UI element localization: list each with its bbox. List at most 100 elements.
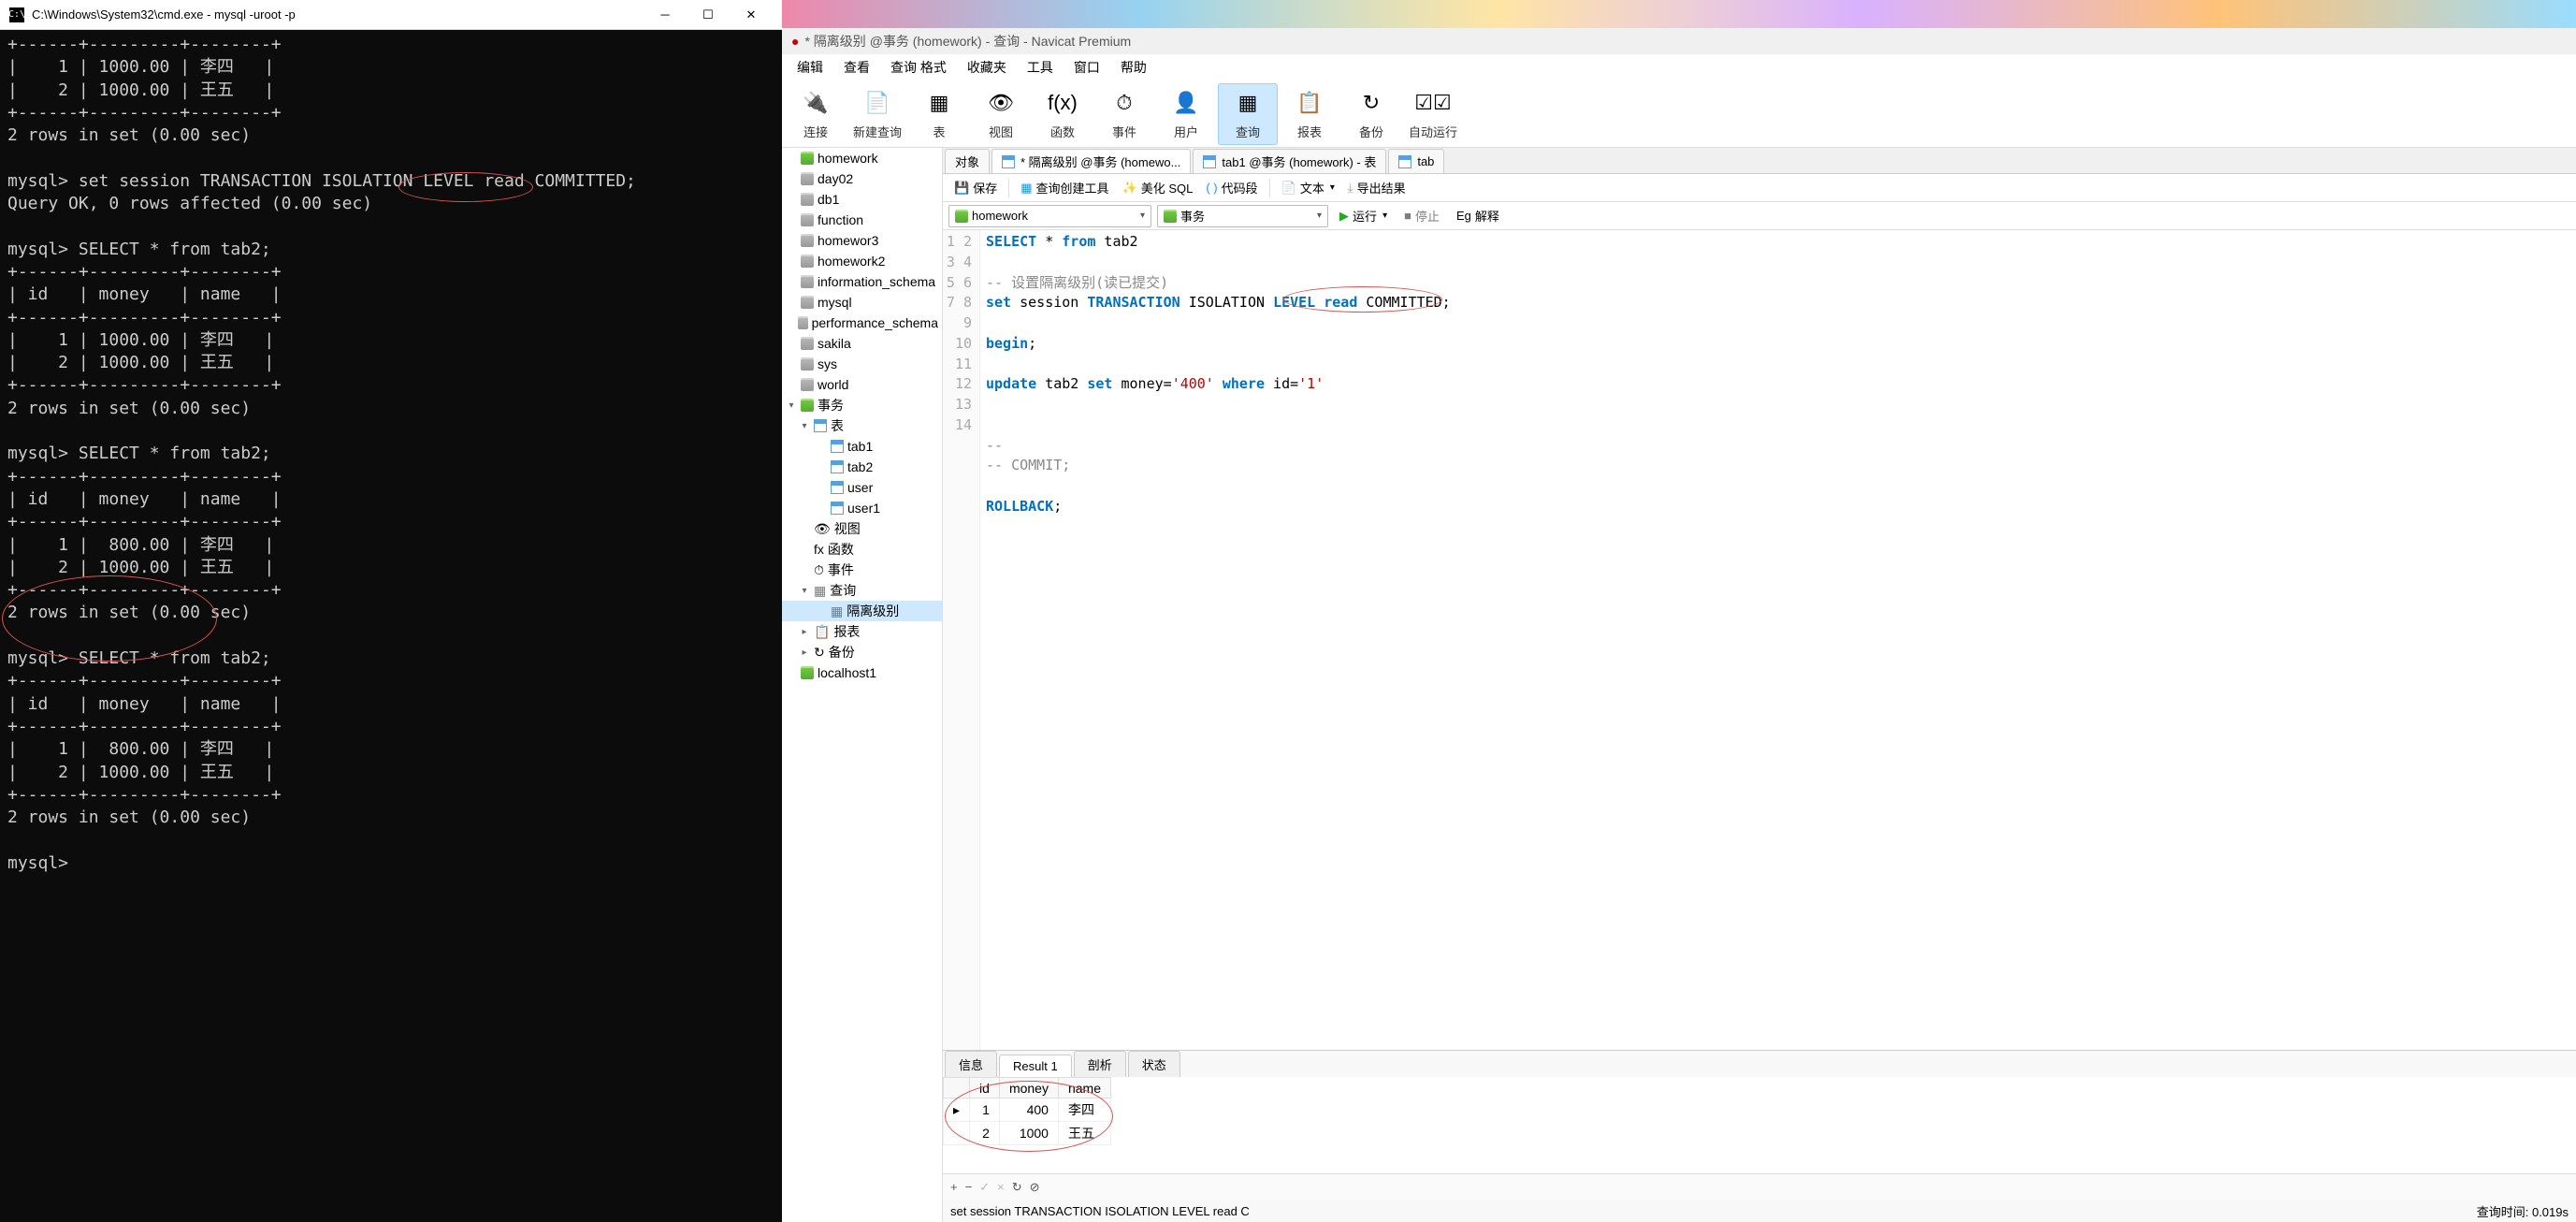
menu-item-6[interactable]: 帮助 [1111, 54, 1156, 80]
result-tab-剖析[interactable]: 剖析 [1074, 1051, 1126, 1077]
tree-item-查询[interactable]: ▾▦查询 [782, 580, 942, 601]
nav-tab-1[interactable]: * 隔离级别 @事务 (homewo... [991, 149, 1191, 173]
tree-item-sys[interactable]: sys [782, 354, 942, 374]
menu-item-3[interactable]: 收藏夹 [958, 54, 1016, 80]
menu-item-0[interactable]: 编辑 [788, 54, 832, 80]
result-tab-状态[interactable]: 状态 [1128, 1051, 1180, 1077]
text-icon: 📄 [1281, 181, 1296, 196]
tree-item-备份[interactable]: ▸↻备份 [782, 642, 942, 662]
table-icon [831, 440, 844, 453]
result-tool-4[interactable]: ↻ [1012, 1180, 1022, 1195]
toolbar-用户[interactable]: 👤用户 [1156, 83, 1216, 145]
toolbar-label: 用户 [1174, 123, 1198, 140]
sql-line-10 [986, 415, 2570, 436]
menu-item-2[interactable]: 查询 格式 [881, 54, 956, 80]
result-grid[interactable]: idmoneyname▸1400李四21000王五 [943, 1077, 2576, 1173]
menu-item-5[interactable]: 窗口 [1064, 54, 1109, 80]
tree-item-homewor3[interactable]: homewor3 [782, 230, 942, 251]
toolbar-连接[interactable]: 🔌连接 [786, 83, 846, 145]
tree-item-视图[interactable]: 👁视图 [782, 518, 942, 539]
tree-item-homework[interactable]: homework [782, 148, 942, 168]
cmd-output[interactable]: +------+---------+--------+ | 1 | 1000.0… [0, 30, 782, 1222]
result-tab-Result 1[interactable]: Result 1 [999, 1055, 1072, 1077]
tree-item-homework2[interactable]: homework2 [782, 251, 942, 271]
result-tool-0[interactable]: + [950, 1180, 958, 1194]
maximize-button[interactable]: ☐ [687, 1, 730, 29]
toolbar-函数[interactable]: f(x)函数 [1033, 83, 1093, 145]
tree-item-函数[interactable]: fx函数 [782, 539, 942, 560]
brackets-icon: ( ) [1206, 181, 1217, 195]
nav-tab-3[interactable]: tab [1388, 149, 1444, 173]
save-button[interactable]: 💾保存 [948, 176, 1003, 199]
col-money[interactable]: money [999, 1078, 1058, 1098]
schema-combo[interactable]: 事务 ▾ [1157, 205, 1328, 227]
menu-item-4[interactable]: 工具 [1018, 54, 1063, 80]
database-icon [801, 152, 814, 165]
toolbar-自动运行[interactable]: ☑☑自动运行 [1403, 83, 1463, 145]
tree-item-performance_schema[interactable]: performance_schema [782, 313, 942, 333]
toolbar-视图[interactable]: 👁视图 [971, 83, 1031, 145]
database-icon [955, 210, 968, 223]
toolbar-icon: 🔌 [800, 87, 832, 119]
navicat-sidebar[interactable]: homework day02 db1 functionhomewor3homework… [782, 148, 943, 1222]
tree-item-user[interactable]: user [782, 477, 942, 498]
sql-code[interactable]: SELECT * from tab2 -- 设置隔离级别(读已提交)set se… [980, 230, 2576, 1050]
tree-item-day02[interactable]: day02 [782, 168, 942, 189]
nav-tab-2[interactable]: tab1 @事务 (homework) - 表 [1193, 149, 1386, 173]
cmd-window: C:\ C:\Windows\System32\cmd.exe - mysql … [0, 0, 782, 1222]
stop-button[interactable]: ■停止 [1398, 204, 1445, 227]
tree-item-db1[interactable]: db1 [782, 189, 942, 210]
tree-label: day02 [818, 171, 853, 186]
export-button[interactable]: ⤓导出结果 [1342, 176, 1411, 199]
toolbar-表[interactable]: ▦表 [909, 83, 969, 145]
col-id[interactable]: id [970, 1078, 1000, 1098]
toolbar-事件[interactable]: ⏱事件 [1094, 83, 1154, 145]
tree-item-事件[interactable]: ⏱事件 [782, 560, 942, 580]
sql-editor[interactable]: 1 2 3 4 5 6 7 8 9 10 11 12 13 14 SELECT … [943, 230, 2576, 1050]
code-snippet-button[interactable]: ( )代码段 [1200, 176, 1263, 199]
tree-item-sakila[interactable]: sakila [782, 333, 942, 354]
explain-button[interactable]: Eg解释 [1451, 204, 1505, 227]
result-row[interactable]: 21000王五 [944, 1122, 1111, 1145]
col-name[interactable]: name [1058, 1078, 1110, 1098]
result-tool-3[interactable]: × [997, 1180, 1005, 1194]
run-button[interactable]: ▶运行▾ [1334, 204, 1393, 227]
tree-label: user [847, 480, 873, 495]
result-tool-1[interactable]: − [965, 1180, 973, 1194]
close-button[interactable]: ✕ [730, 1, 773, 29]
tree-item-mysql[interactable]: mysql [782, 292, 942, 313]
nav-tab-0[interactable]: 对象 [945, 149, 990, 173]
tree-label: localhost1 [818, 665, 876, 680]
tree-label: mysql [818, 295, 852, 310]
sql-line-13 [986, 476, 2570, 497]
tree-item-user1[interactable]: user1 [782, 498, 942, 518]
database-combo[interactable]: homework ▾ [948, 205, 1151, 227]
toolbar-新建查询[interactable]: 📄新建查询 [847, 83, 907, 145]
table-icon [814, 419, 827, 432]
tree-item-事务[interactable]: ▾事务 [782, 395, 942, 415]
tree-item-localhost1[interactable]: localhost1 [782, 662, 942, 683]
tree-label: db1 [818, 192, 839, 207]
database-icon [801, 193, 814, 206]
tree-item-tab2[interactable]: tab2 [782, 457, 942, 477]
beautify-sql-button[interactable]: ✨美化 SQL [1117, 176, 1199, 199]
result-row[interactable]: ▸1400李四 [944, 1098, 1111, 1122]
tree-item-information_schema[interactable]: information_schema [782, 271, 942, 292]
minimize-button[interactable]: ─ [644, 1, 687, 29]
query-builder-button[interactable]: ▦查询创建工具 [1015, 176, 1114, 199]
text-button[interactable]: 📄文本▾ [1276, 176, 1340, 199]
toolbar-报表[interactable]: 📋报表 [1280, 83, 1339, 145]
result-tab-信息[interactable]: 信息 [945, 1051, 997, 1077]
result-tool-5[interactable]: ⊘ [1030, 1180, 1040, 1195]
database-icon [801, 357, 814, 371]
tree-item-表[interactable]: ▾表 [782, 415, 942, 436]
menu-item-1[interactable]: 查看 [834, 54, 879, 80]
tree-item-world[interactable]: world [782, 374, 942, 395]
tree-item-tab1[interactable]: tab1 [782, 436, 942, 457]
toolbar-查询[interactable]: ▦查询 [1218, 83, 1278, 145]
tree-item-function[interactable]: function [782, 210, 942, 230]
tree-item-隔离级别[interactable]: ▦隔离级别 [782, 601, 942, 621]
toolbar-备份[interactable]: ↻备份 [1341, 83, 1401, 145]
result-tool-2[interactable]: ✓ [979, 1180, 990, 1195]
tree-item-报表[interactable]: ▸📋报表 [782, 621, 942, 642]
